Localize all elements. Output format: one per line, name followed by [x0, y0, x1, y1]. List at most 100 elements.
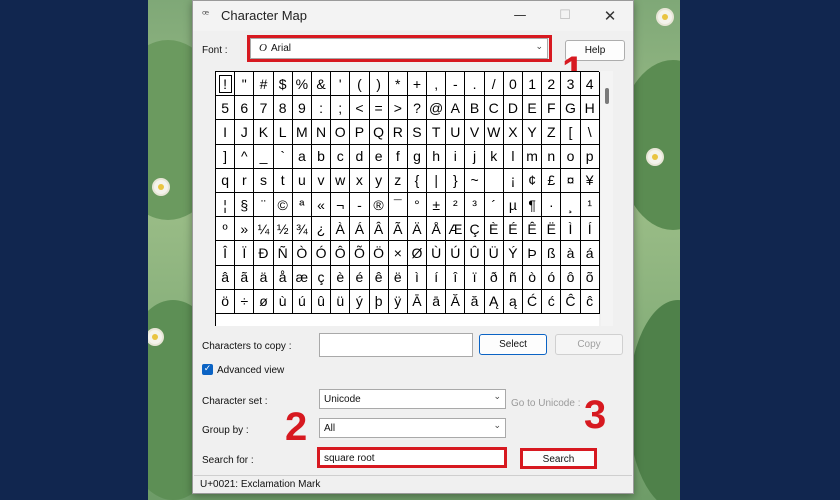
character-cell[interactable]: O [331, 120, 351, 145]
character-cell[interactable]: ¸ [561, 192, 581, 218]
character-cell[interactable]: z [388, 168, 408, 193]
character-cell[interactable]: B [465, 96, 485, 121]
character-cell[interactable]: é [350, 265, 370, 290]
character-cell[interactable]: ð [484, 265, 504, 290]
character-cell[interactable]: û [311, 289, 332, 314]
character-cell[interactable]: ! [216, 72, 236, 97]
character-cell[interactable]: ¨ [254, 192, 274, 218]
character-cell[interactable]: Ĉ [561, 289, 581, 314]
character-cell[interactable]: ( [350, 72, 370, 97]
character-cell[interactable]: < [350, 96, 370, 121]
character-cell[interactable]: ĉ [580, 289, 600, 314]
character-cell[interactable]: - [350, 192, 370, 218]
character-cell[interactable]: N [311, 120, 332, 145]
character-cell[interactable]: # [254, 72, 274, 97]
character-cell[interactable]: å [273, 265, 293, 290]
character-cell[interactable]: ^ [235, 144, 255, 169]
character-cell[interactable]: ¤ [561, 168, 581, 193]
character-cell[interactable]: w [331, 168, 351, 193]
character-cell[interactable]: þ [369, 289, 389, 314]
character-cell[interactable]: R [388, 120, 408, 145]
character-cell[interactable]: Ë [542, 217, 562, 242]
character-cell[interactable]: | [427, 168, 447, 193]
character-cell[interactable]: Ï [235, 241, 255, 266]
character-cell[interactable]: b [311, 144, 332, 169]
character-cell[interactable]: q [216, 168, 236, 193]
character-cell[interactable]: Æ [446, 217, 466, 242]
character-cell[interactable]: » [235, 217, 255, 242]
character-cell[interactable]: º [216, 217, 236, 242]
character-cell[interactable]: ã [235, 265, 255, 290]
character-cell[interactable]: ¶ [523, 192, 543, 218]
character-cell[interactable]: P [350, 120, 370, 145]
select-button[interactable]: Select [479, 334, 547, 355]
character-cell[interactable]: J [235, 120, 255, 145]
character-cell[interactable]: G [561, 96, 581, 121]
character-cell[interactable]: ½ [273, 217, 293, 242]
character-set-select[interactable]: Unicode ⌄ [319, 389, 506, 409]
character-cell[interactable]: } [446, 168, 466, 193]
character-cell[interactable]: V [465, 120, 485, 145]
character-cell[interactable]: - [446, 72, 466, 97]
character-cell[interactable] [484, 168, 504, 193]
character-cell[interactable]: Ö [369, 241, 389, 266]
close-button[interactable]: ✕ [588, 4, 632, 28]
character-cell[interactable]: e [369, 144, 389, 169]
character-cell[interactable]: ì [407, 265, 428, 290]
character-cell[interactable]: Ä [407, 217, 428, 242]
character-cell[interactable]: è [331, 265, 351, 290]
character-cell[interactable]: 2 [542, 72, 562, 97]
character-cell[interactable]: . [465, 72, 485, 97]
character-cell[interactable]: ý [350, 289, 370, 314]
character-cell[interactable]: ¿ [311, 217, 332, 242]
character-cell[interactable]: r [235, 168, 255, 193]
character-cell[interactable]: ~ [465, 168, 485, 193]
character-cell[interactable]: ÷ [235, 289, 255, 314]
character-cell[interactable]: i [446, 144, 466, 169]
character-cell[interactable]: ò [523, 265, 543, 290]
character-cell[interactable]: ä [254, 265, 274, 290]
character-cell[interactable]: ß [542, 241, 562, 266]
character-cell[interactable]: C [484, 96, 504, 121]
character-cell[interactable]: à [561, 241, 581, 266]
character-cell[interactable]: u [292, 168, 312, 193]
character-cell[interactable]: ¦ [216, 192, 236, 218]
character-cell[interactable]: ü [331, 289, 351, 314]
character-cell[interactable]: ¼ [254, 217, 274, 242]
character-cell[interactable]: Ā [407, 289, 428, 314]
character-cell[interactable]: o [561, 144, 581, 169]
character-grid[interactable]: ! " # $% & '() * +, -./0 1 2 3 4 5 6 7 8 9:; < = >? @ A B C D E F G H… [215, 71, 600, 326]
character-cell[interactable]: [ [561, 120, 581, 145]
character-cell[interactable]: Ð [254, 241, 274, 266]
character-cell[interactable]: Ô [331, 241, 351, 266]
character-cell[interactable]: { [407, 168, 428, 193]
character-cell[interactable]: ą [503, 289, 523, 314]
character-cell[interactable]: = [369, 96, 389, 121]
character-cell[interactable]: © [273, 192, 293, 218]
character-cell[interactable]: ¢ [523, 168, 543, 193]
character-cell[interactable]: ÿ [388, 289, 408, 314]
character-cell[interactable]: ï [465, 265, 485, 290]
character-cell[interactable]: æ [292, 265, 312, 290]
character-cell[interactable]: ª [292, 192, 312, 218]
character-cell[interactable]: § [235, 192, 255, 218]
character-cell[interactable]: ö [216, 289, 236, 314]
character-cell[interactable]: f [388, 144, 408, 169]
character-cell[interactable]: á [580, 241, 600, 266]
character-cell[interactable]: µ [503, 192, 523, 218]
character-cell[interactable]: ® [369, 192, 389, 218]
character-cell[interactable]: â [216, 265, 236, 290]
character-cell[interactable]: ` [273, 144, 293, 169]
character-cell[interactable]: s [254, 168, 274, 193]
maximize-button[interactable]: ☐ [543, 4, 587, 28]
character-cell[interactable]: t [273, 168, 293, 193]
character-cell[interactable]: ¹ [580, 192, 600, 218]
character-cell[interactable]: E [523, 96, 543, 121]
character-cell[interactable]: Y [523, 120, 543, 145]
character-cell[interactable]: @ [427, 96, 447, 121]
character-cell[interactable]: Ã [388, 217, 408, 242]
character-cell[interactable]: ø [254, 289, 274, 314]
character-cell[interactable]: g [407, 144, 428, 169]
character-cell[interactable]: A [446, 96, 466, 121]
character-cell[interactable]: * [388, 72, 408, 97]
